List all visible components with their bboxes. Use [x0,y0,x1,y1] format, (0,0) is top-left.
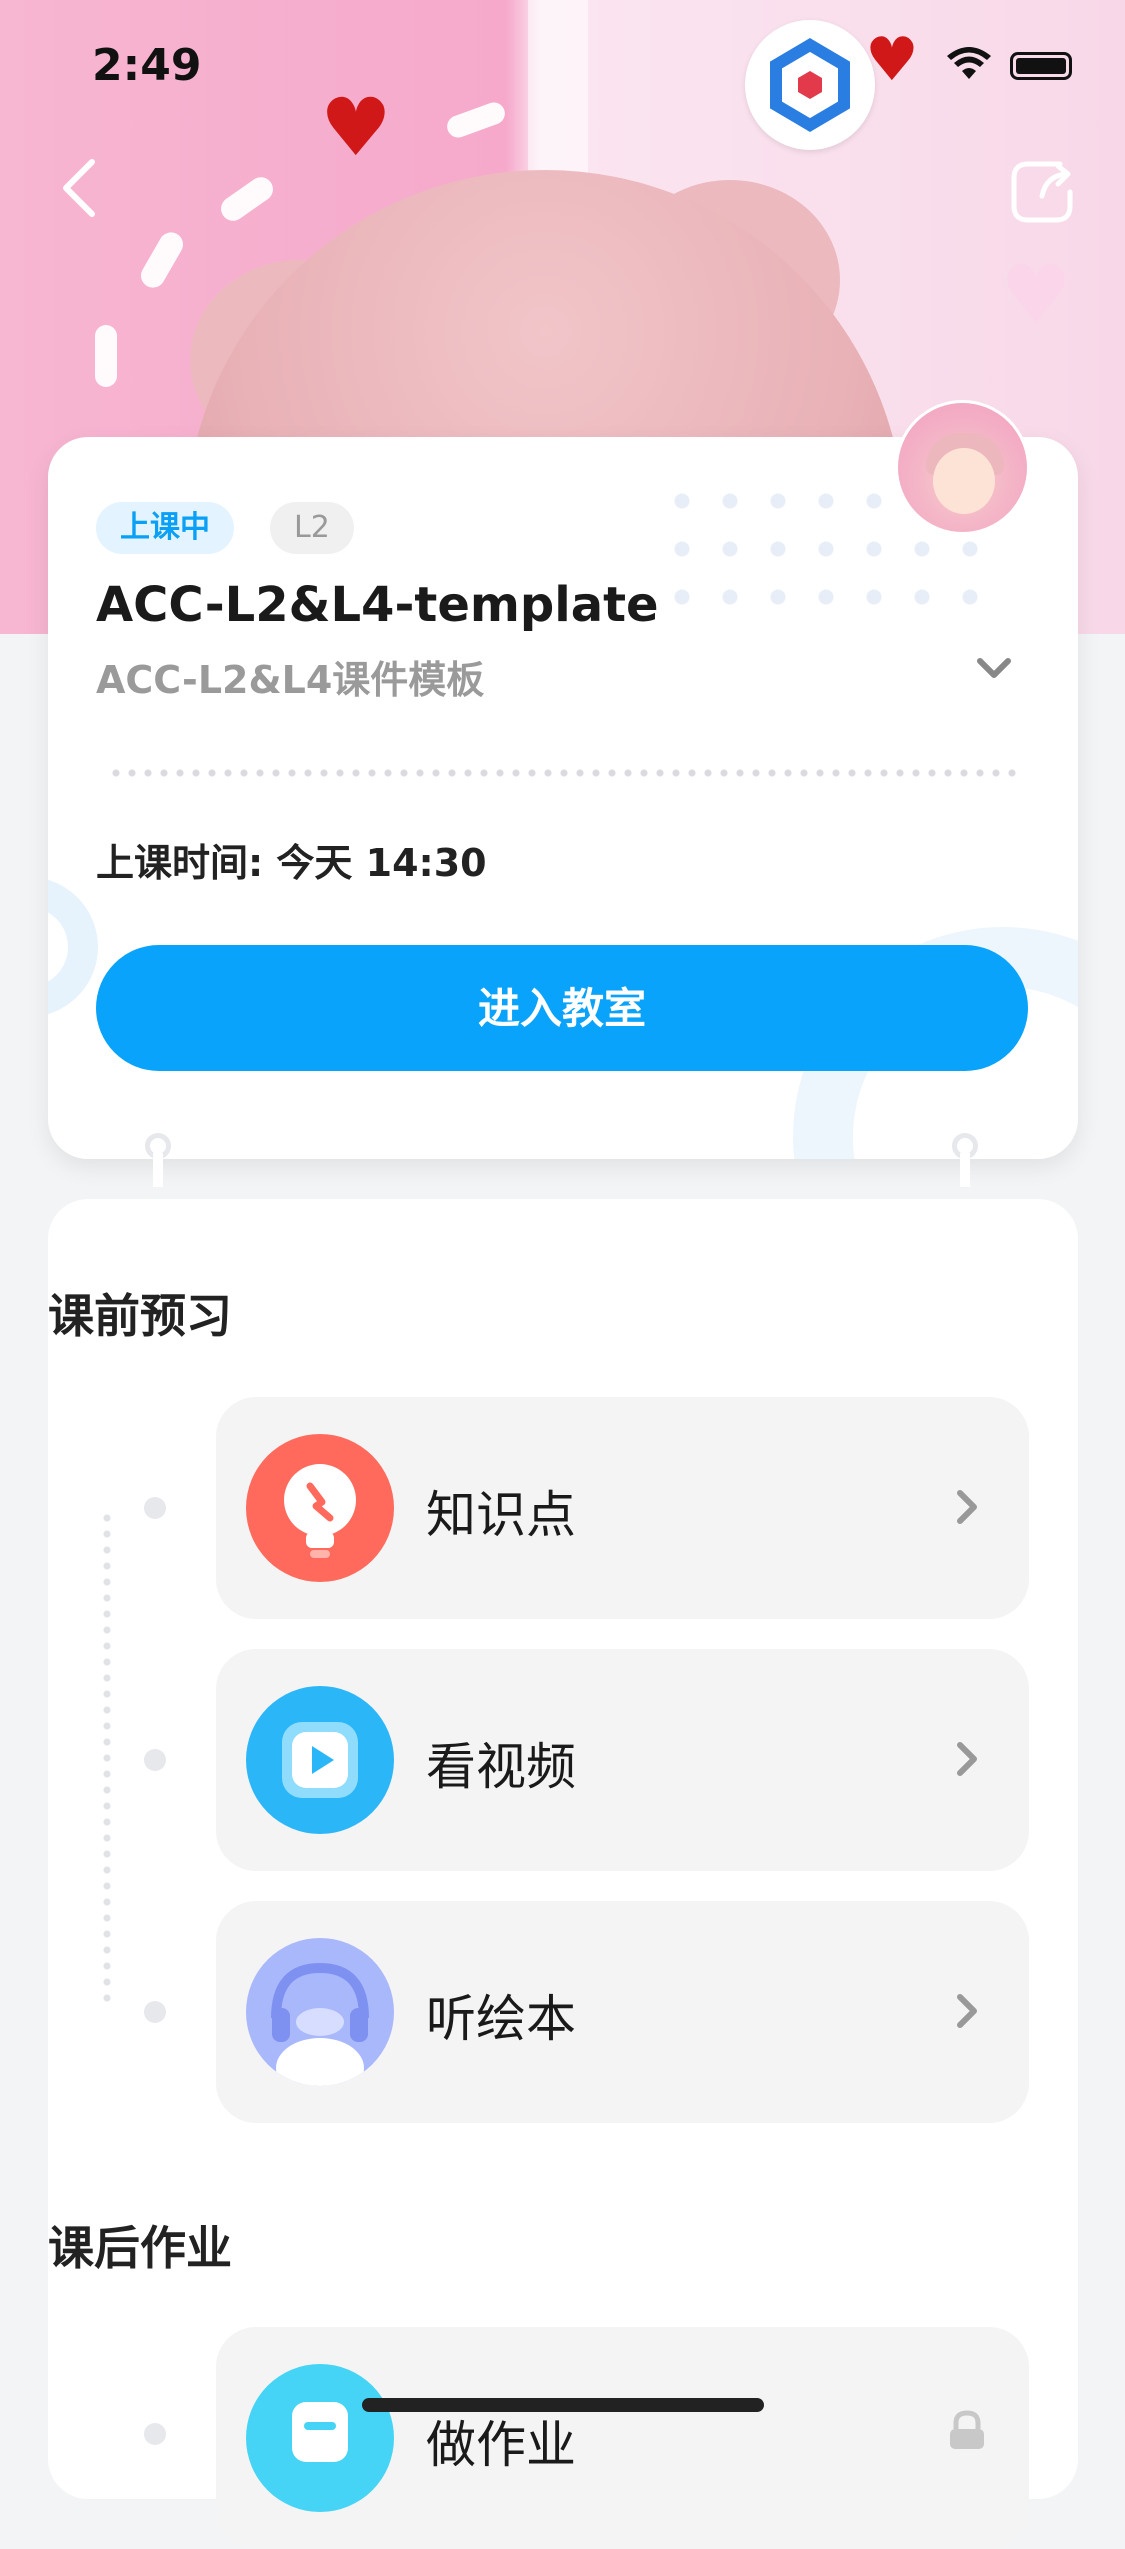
status-badge: 上课中 [96,502,234,554]
enter-classroom-button[interactable]: 进入教室 [96,945,1028,1071]
video-play-icon [246,1686,394,1834]
app-logo-icon[interactable] [745,20,875,150]
homework-icon [246,2364,394,2512]
hexagon-logo-icon [770,38,850,132]
timeline-dot [144,1749,166,1771]
preview-section-title: 课前预习 [48,1289,232,1343]
headphones-icon [246,1938,394,2086]
teacher-avatar[interactable] [895,400,1030,535]
card-connector [952,1133,978,1187]
cover-confetti [216,172,278,226]
homework-section-title: 课后作业 [48,2221,232,2275]
lock-icon [950,2410,984,2449]
heart-icon: ♥ [1000,248,1072,341]
chevron-right-icon [957,1490,977,1524]
heart-icon: ♥ [320,81,392,174]
battery-icon [1010,52,1072,80]
task-label: 听绘本 [426,1990,576,2048]
avatar-face [933,448,995,514]
course-subtitle: ACC-L2&L4课件模板 [96,658,485,702]
task-label: 做作业 [426,2416,576,2474]
status-bar: 2:49 [0,40,1125,100]
timeline-dot [144,1497,166,1519]
share-icon[interactable] [1008,156,1078,226]
cover-confetti [95,325,117,387]
timeline-dot [144,2423,166,2445]
dotted-divider [108,769,1018,777]
task-label: 知识点 [426,1486,576,1544]
level-badge: L2 [270,502,354,554]
chevron-right-icon [957,1994,977,2028]
timeline-dot [144,2001,166,2023]
course-title: ACC-L2&L4-template [96,577,659,633]
status-time: 2:49 [92,40,202,91]
chevron-right-icon [957,1742,977,1776]
timeline-line [103,1510,111,2010]
wifi-icon [947,47,991,79]
course-info-card: 上课中 L2 ACC-L2&L4-template ACC-L2&L4课件模板 … [48,437,1078,1159]
task-item-video[interactable]: 看视频 [216,1649,1029,1871]
back-arrow-icon[interactable] [60,158,100,218]
cover-confetti [136,228,188,292]
ring-decoration [48,877,98,1017]
task-item-knowledge[interactable]: 知识点 [216,1397,1029,1619]
task-item-homework[interactable]: 做作业 [216,2327,1029,2549]
cover-confetti [444,99,508,141]
task-label: 看视频 [426,1738,576,1796]
class-time: 上课时间: 今天 14:30 [96,841,487,885]
lightbulb-icon [246,1434,394,1582]
home-indicator[interactable] [362,2398,764,2412]
chevron-down-icon[interactable] [976,657,1012,681]
card-connector [145,1133,171,1187]
task-item-picture-book[interactable]: 听绘本 [216,1901,1029,2123]
